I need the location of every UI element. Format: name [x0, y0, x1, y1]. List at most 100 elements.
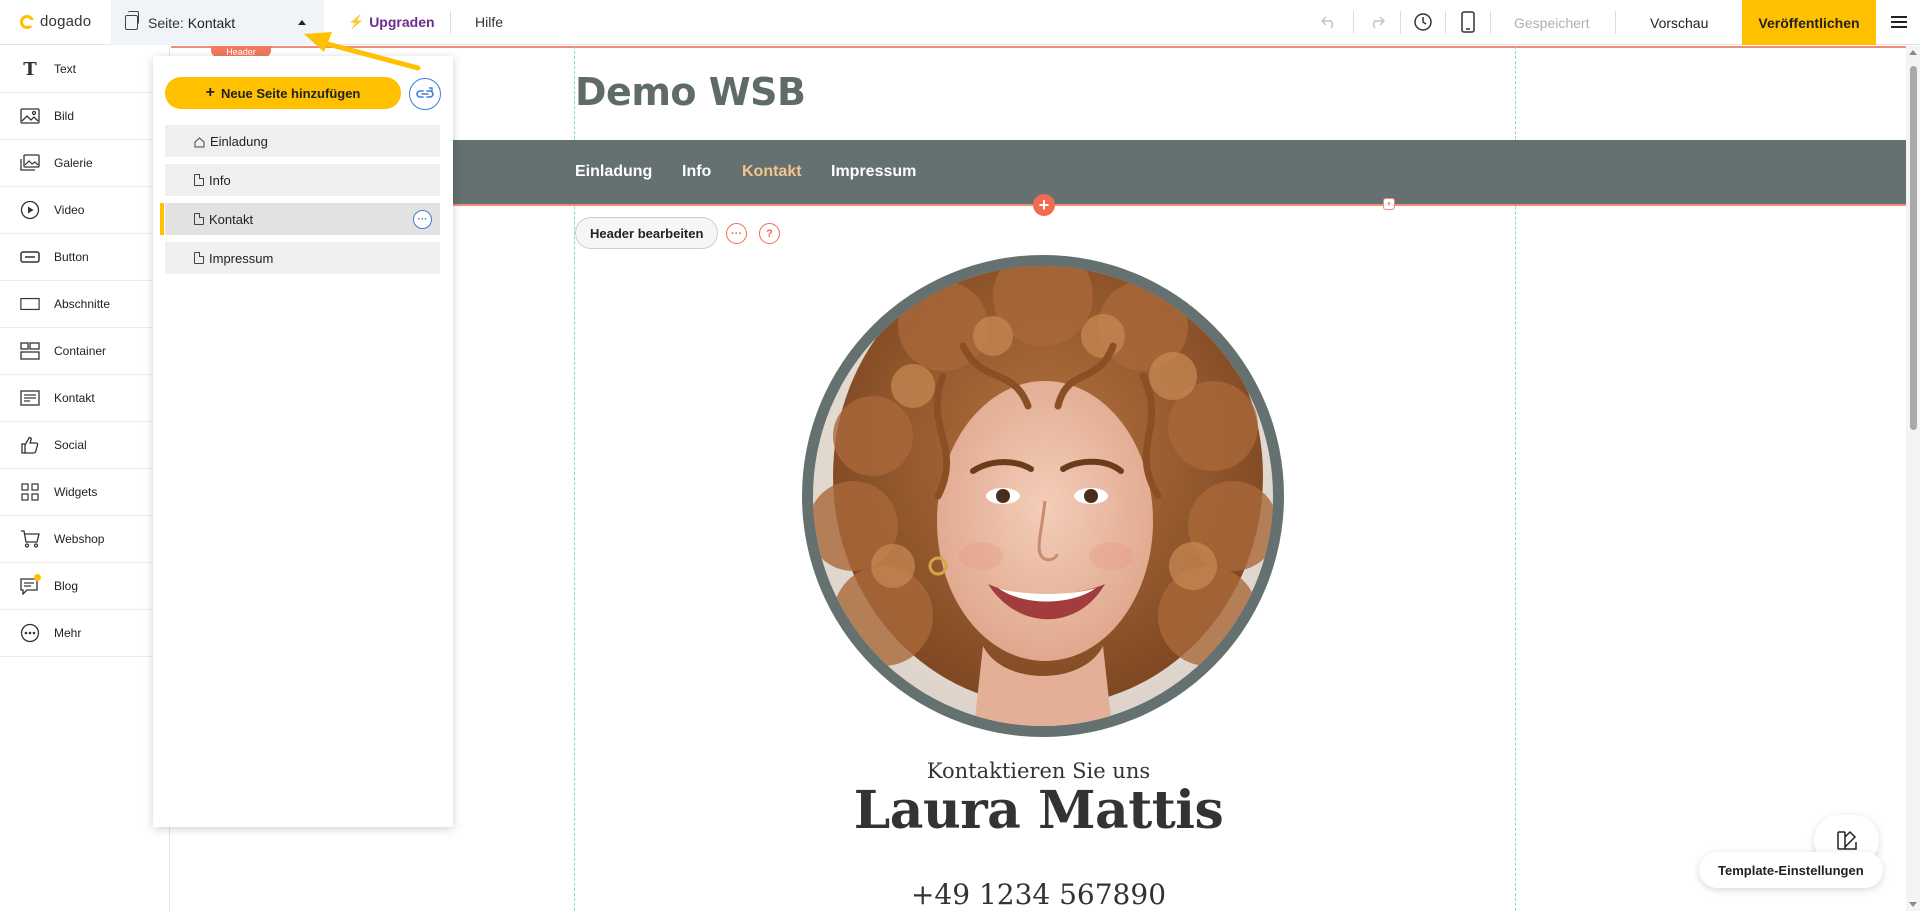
divider [1445, 11, 1446, 34]
sidebar-item-more[interactable]: Mehr [0, 610, 169, 657]
hamburger-menu-icon[interactable] [1891, 16, 1907, 28]
portrait-image [813, 266, 1273, 726]
cart-icon [20, 529, 40, 549]
sidebar-item-label: Galerie [54, 156, 93, 170]
page-item-einladung[interactable]: Einladung [165, 125, 440, 157]
current-page-marker [160, 203, 164, 235]
video-icon [20, 200, 40, 220]
home-icon [194, 136, 205, 147]
sidebar-item-gallery[interactable]: Galerie [0, 140, 169, 187]
gallery-icon [20, 153, 40, 173]
page-item-impressum[interactable]: Impressum [165, 242, 440, 274]
template-settings-button[interactable]: Template-Einstellungen [1699, 852, 1883, 888]
page-icon [194, 213, 204, 225]
redo-icon[interactable] [1366, 11, 1388, 33]
resize-handle-icon[interactable]: ▾ [1383, 198, 1395, 210]
contact-phone[interactable]: +49 1234 567890 [171, 878, 1906, 911]
sidebar-item-label: Kontakt [54, 391, 95, 405]
sidebar-item-contact[interactable]: Kontakt [0, 375, 169, 422]
nav-item-einladung[interactable]: Einladung [575, 163, 652, 181]
sidebar-item-label: Button [54, 250, 89, 264]
sidebar-item-widgets[interactable]: Widgets [0, 469, 169, 516]
sidebar-item-button[interactable]: Button [0, 234, 169, 281]
page-selector-value: Kontakt [187, 14, 236, 31]
sidebar-item-webshop[interactable]: Webshop [0, 516, 169, 563]
sidebar-item-label: Abschnitte [54, 297, 111, 311]
notification-dot [34, 574, 41, 581]
add-section-button[interactable]: + [1033, 194, 1055, 216]
page-options-button[interactable]: ··· [413, 210, 432, 229]
sidebar-item-label: Bild [54, 109, 75, 123]
page-item-label: Einladung [210, 133, 268, 149]
page-selector[interactable]: Seite: Kontakt [111, 0, 324, 45]
pages-panel: + Neue Seite hinzufügen Einladung Info K… [153, 56, 453, 827]
caret-up-icon [298, 20, 306, 25]
widgets-icon [20, 482, 40, 502]
upgrade-link[interactable]: ⚡ Upgraden [348, 14, 435, 30]
preview-button[interactable]: Vorschau [1650, 15, 1708, 31]
sidebar-item-social[interactable]: Social [0, 422, 169, 469]
text-icon: T [23, 58, 37, 80]
thumbs-up-icon [20, 435, 40, 455]
header-outline [171, 46, 1906, 48]
sidebar-item-label: Text [54, 62, 77, 76]
page-item-label: Info [209, 172, 231, 188]
lightning-icon: ⚡ [348, 14, 365, 29]
divider [1400, 11, 1401, 34]
publish-button[interactable]: Veröffentlichen [1742, 0, 1876, 45]
sidebar-item-text[interactable]: T Text [0, 46, 169, 93]
scroll-thumb[interactable] [1910, 66, 1917, 430]
undo-icon[interactable] [1318, 11, 1340, 33]
link-icon [416, 87, 434, 98]
header-options-button[interactable]: ··· [726, 223, 747, 244]
scroll-up-icon[interactable] [1909, 50, 1917, 55]
palette-icon [1836, 830, 1857, 850]
sidebar-item-image[interactable]: Bild [0, 93, 169, 140]
page-item-label: Impressum [209, 250, 274, 266]
add-page-button[interactable]: + Neue Seite hinzufügen [165, 77, 401, 109]
plus-icon: + [205, 84, 215, 101]
link-page-button[interactable] [409, 78, 441, 110]
sidebar-item-sections[interactable]: Abschnitte [0, 281, 169, 328]
page-icon [194, 252, 204, 264]
pages-icon [125, 11, 139, 30]
page-icon [194, 174, 204, 186]
container-icon [20, 341, 40, 361]
divider [1490, 11, 1491, 34]
sidebar-item-label: Webshop [54, 532, 105, 546]
scroll-down-icon[interactable] [1909, 902, 1917, 907]
logo[interactable]: dogado [20, 13, 91, 30]
divider [1353, 11, 1354, 34]
nav-item-impressum[interactable]: Impressum [831, 163, 916, 181]
help-button[interactable]: ? [759, 223, 780, 244]
element-sidebar: T Text Bild Galerie Video Button Abschni… [0, 46, 170, 911]
nav-item-info[interactable]: Info [682, 163, 711, 181]
blog-icon [20, 574, 41, 596]
sidebar-item-blog[interactable]: Blog [0, 563, 169, 610]
more-icon [20, 623, 40, 643]
sidebar-item-video[interactable]: Video [0, 187, 169, 234]
sidebar-item-label: Mehr [54, 626, 82, 640]
page-selector-label: Seite: Kontakt [148, 15, 235, 31]
logo-text: dogado [40, 13, 92, 30]
contact-form-icon [20, 388, 40, 408]
portrait-frame[interactable] [802, 255, 1284, 737]
page-item-kontakt[interactable]: Kontakt ··· [165, 203, 440, 235]
logo-icon [20, 14, 36, 29]
scrollbar[interactable] [1906, 46, 1920, 911]
sidebar-item-label: Social [54, 438, 87, 452]
mobile-view-icon[interactable] [1457, 11, 1479, 33]
help-link[interactable]: Hilfe [475, 14, 503, 30]
nav-item-kontakt[interactable]: Kontakt [742, 163, 802, 181]
section-icon [20, 294, 40, 314]
divider [450, 11, 451, 34]
history-icon[interactable] [1412, 11, 1434, 33]
sidebar-item-label: Container [54, 344, 107, 358]
sidebar-item-label: Video [54, 203, 85, 217]
sidebar-item-container[interactable]: Container [0, 328, 169, 375]
add-page-label: Neue Seite hinzufügen [220, 85, 361, 101]
site-title[interactable]: Demo WSB [575, 70, 806, 114]
page-item-info[interactable]: Info [165, 164, 440, 196]
upgrade-label: Upgraden [369, 14, 435, 30]
edit-header-button[interactable]: Header bearbeiten [575, 217, 719, 249]
